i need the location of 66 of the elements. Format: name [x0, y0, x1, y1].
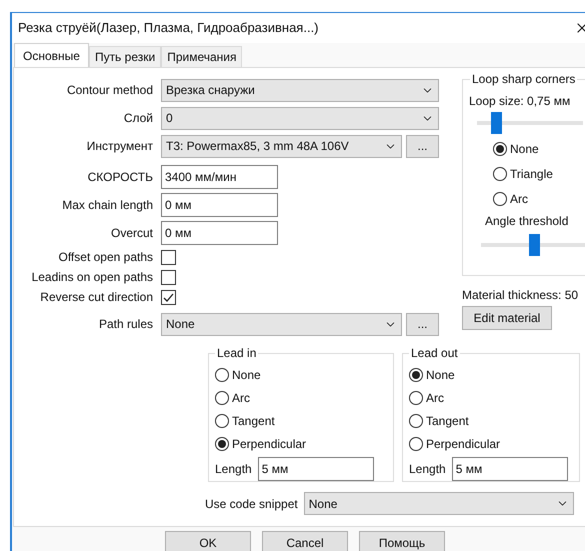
angle-threshold-label: Angle threshold [485, 213, 570, 230]
length-label: Length [215, 461, 252, 478]
field-label: Инструмент [86, 138, 153, 155]
radio-label: Perpendicular [426, 436, 500, 453]
field-label: Offset open paths [57, 249, 153, 266]
group-title: Loop sharp corners [471, 71, 576, 88]
dropdown[interactable]: T3: Powermax85, 3 mm 48A 106V [161, 134, 402, 158]
field-label: Слой [122, 110, 153, 127]
field-label: Leadins on open paths [30, 269, 153, 286]
radio-label: Arc [510, 191, 528, 208]
dialog-button[interactable]: Cancel [262, 531, 348, 551]
material-thickness-label: Material thickness: 50 [462, 287, 580, 304]
radio-label: None [232, 367, 261, 384]
radio-label: Arc [426, 390, 444, 407]
field-label: Contour method [66, 82, 153, 99]
slider-thumb[interactable] [528, 234, 540, 256]
radio-label: Perpendicular [232, 436, 306, 453]
field-label: Max chain length [61, 197, 153, 214]
tab[interactable]: Примечания [161, 46, 242, 67]
group-title: Lead in [216, 345, 258, 362]
field-label: Overcut [110, 225, 153, 242]
text-field[interactable]: 0 мм [161, 193, 278, 217]
dropdown[interactable]: 0 [161, 106, 439, 130]
text-field[interactable]: 0 мм [161, 221, 278, 245]
radio-label: Tangent [426, 413, 469, 430]
group-title: Lead out [410, 345, 459, 362]
radio-button[interactable] [409, 437, 423, 451]
radio-button[interactable] [409, 368, 423, 382]
checkbox[interactable] [161, 290, 176, 304]
dialog-button[interactable]: Помощь [359, 531, 445, 551]
tab[interactable]: Путь резки [88, 46, 162, 67]
checkbox[interactable] [161, 250, 176, 264]
radio-button[interactable] [215, 437, 229, 451]
browse-button[interactable]: ... [406, 134, 439, 158]
radio-button[interactable] [215, 414, 229, 428]
slider-thumb[interactable] [491, 112, 502, 134]
window-title: Резка струёй(Лазер, Плазма, Гидроабразивная...) [18, 19, 319, 38]
dropdown[interactable]: None [304, 492, 574, 515]
radio-label: Tangent [232, 413, 275, 430]
tab[interactable]: Основные [14, 43, 89, 67]
length-label: Length [409, 461, 446, 478]
radio-button[interactable] [215, 368, 229, 382]
radio-button[interactable] [493, 142, 507, 156]
checkbox[interactable] [161, 270, 176, 284]
radio-label: None [510, 141, 539, 158]
radio-label: Triangle [510, 166, 553, 183]
radio-button[interactable] [493, 192, 507, 206]
radio-button[interactable] [493, 167, 507, 181]
radio-label: None [426, 367, 455, 384]
radio-button[interactable] [409, 414, 423, 428]
field-label: Reverse cut direction [39, 289, 153, 306]
radio-label: Arc [232, 390, 250, 407]
dialog-button[interactable]: OK [165, 531, 251, 551]
browse-button[interactable]: ... [406, 312, 439, 336]
radio-button[interactable] [215, 391, 229, 405]
field-label: СКОРОСТЬ [86, 169, 153, 186]
radio-button[interactable] [409, 391, 423, 405]
text-field[interactable]: 3400 мм/мин [161, 165, 278, 189]
field-label: Path rules [98, 316, 153, 333]
loop-size-label: Loop size: 0,75 мм [469, 93, 572, 110]
edit-material-button[interactable]: Edit material [462, 306, 552, 330]
dropdown[interactable]: Врезка снаружи [161, 78, 439, 102]
snippet-label: Use code snippet [205, 496, 298, 512]
length-field[interactable]: 5 мм [258, 457, 374, 481]
length-field[interactable]: 5 мм [452, 457, 568, 481]
dropdown[interactable]: None [161, 312, 402, 336]
